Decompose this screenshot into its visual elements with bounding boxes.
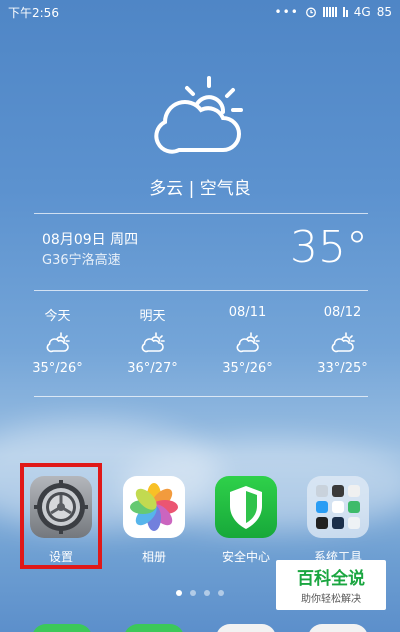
dock-app-icon[interactable]	[124, 624, 184, 632]
dock-app-icon[interactable]	[32, 624, 92, 632]
forecast-temp-range: 33°/25°	[317, 361, 368, 376]
forecast-day-label: 今天	[44, 309, 71, 324]
status-indicators: ••• 4G 85	[275, 5, 392, 19]
page-dot[interactable]	[190, 590, 196, 596]
network-type: 4G	[353, 5, 371, 19]
signal-strength-icon	[322, 7, 337, 17]
partly-cloudy-icon	[236, 332, 260, 353]
forecast-day[interactable]: 今天 35°/26°	[10, 305, 105, 376]
weather-date: 08月09日 周四	[42, 232, 139, 248]
partly-cloudy-icon	[141, 332, 165, 353]
security-shield-icon	[215, 476, 277, 538]
app-label: 安全中心	[221, 550, 270, 564]
forecast-temp-range: 35°/26°	[32, 361, 83, 376]
forecast-temp-range: 36°/27°	[127, 361, 178, 376]
app-security-center[interactable]: 安全中心	[210, 476, 282, 565]
app-label: 相册	[141, 550, 166, 564]
watermark: 百科全说 助你轻松解决	[276, 560, 386, 610]
battery-level: 85	[376, 5, 392, 19]
photos-flower-icon	[123, 476, 185, 538]
highlight-box	[20, 463, 102, 569]
forecast-day[interactable]: 08/12 33°/25°	[295, 305, 390, 376]
dock-app-icon[interactable]	[308, 624, 368, 632]
watermark-title: 百科全说	[297, 569, 365, 589]
weather-location[interactable]: G36宁洛高速	[42, 249, 121, 268]
divider	[34, 290, 368, 291]
forecast-day-label: 08/11	[228, 305, 267, 320]
home-screen: 下午2:56 ••• 4G 85 多云 | 空气良 08月09日 周四 G36宁…	[0, 0, 400, 632]
weather-condition[interactable]: 多云 | 空气良	[0, 174, 400, 199]
forecast-row: 今天 35°/26° 明天 36°/27° 08/11 35°/26° 08/12 33°/2…	[10, 305, 390, 376]
partly-cloudy-icon[interactable]	[151, 70, 247, 166]
forecast-day[interactable]: 08/11 35°/26°	[200, 305, 295, 376]
partly-cloudy-icon	[331, 332, 355, 353]
forecast-day-label: 08/12	[323, 305, 362, 320]
divider	[34, 396, 368, 397]
page-dot[interactable]	[218, 590, 224, 596]
partly-cloudy-icon	[46, 332, 70, 353]
app-system-tools-folder[interactable]: 系统工具	[302, 476, 374, 565]
divider	[34, 213, 368, 214]
app-photos[interactable]: 相册	[118, 476, 190, 565]
forecast-day[interactable]: 明天 36°/27°	[105, 305, 200, 376]
forecast-day-label: 明天	[139, 309, 166, 324]
page-dot[interactable]	[176, 590, 182, 596]
data-transfer-icon	[342, 7, 348, 17]
status-bar: 下午2:56 ••• 4G 85	[0, 0, 400, 24]
watermark-subtitle: 助你轻松解决	[301, 594, 361, 605]
more-notifications-icon: •••	[274, 5, 299, 19]
dock-app-icon[interactable]	[216, 624, 276, 632]
current-temperature[interactable]: 35°	[290, 222, 368, 273]
dock-peek	[0, 624, 400, 632]
folder-icon	[307, 476, 369, 538]
page-dot[interactable]	[204, 590, 210, 596]
forecast-temp-range: 35°/26°	[222, 361, 273, 376]
alarm-icon	[305, 7, 316, 18]
status-time: 下午2:56	[8, 5, 59, 20]
